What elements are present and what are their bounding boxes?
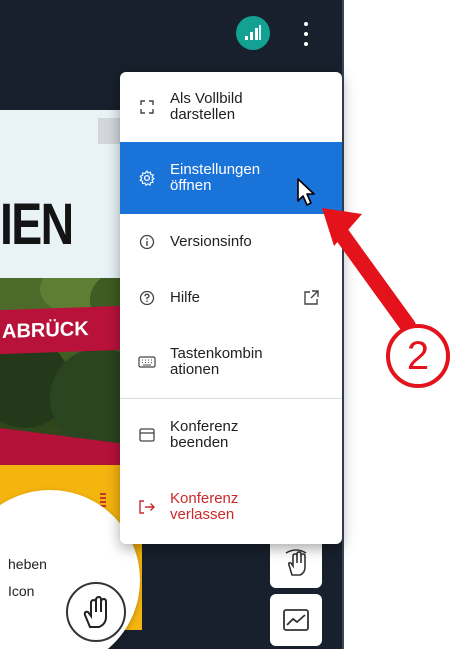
menu-item-label: Hilfe [170,289,201,306]
mouse-cursor-icon [297,178,315,206]
kebab-dot-icon [304,22,308,26]
menu-item-open-settings[interactable]: Einstellungen öffnen [120,142,342,214]
keyboard-icon [138,353,156,371]
leave-icon [138,498,156,516]
menu-item-end-conference[interactable]: Konferenz beenden [120,399,342,471]
chart-line-icon [283,609,309,631]
page-background [344,0,468,649]
slide-banner: ABRÜCK [0,305,122,355]
kebab-dot-icon [304,42,308,46]
raise-hand-button[interactable] [66,582,126,642]
more-options-button[interactable] [298,19,314,49]
info-icon [138,233,156,251]
menu-item-label: Konferenz beenden [170,418,239,451]
menu-item-label: Tastenkombin ationen [170,345,263,378]
help-icon [138,289,156,307]
menu-item-label: Als Vollbild darstellen [170,90,243,123]
more-options-menu: Als Vollbild darstellen Einstellungen öf… [120,72,342,544]
menu-item-keyboard-shortcuts[interactable]: Tastenkombin ationen [120,326,342,398]
hand-icon [83,595,107,628]
window-edge [342,0,344,649]
menu-item-help[interactable]: Hilfe [120,270,342,326]
menu-item-leave-conference[interactable]: Konferenz verlassen [120,471,342,543]
slide-headline: IEN [0,192,74,257]
menu-item-label: Konferenz verlassen [170,490,239,523]
fullscreen-icon [138,98,156,116]
step-number-badge: 2 [386,324,450,388]
gear-icon [138,169,156,187]
whiteboard-button[interactable] [270,594,322,646]
window-icon [138,426,156,444]
external-link-icon [304,290,319,305]
tooltip-text-line2: Icon [8,583,35,599]
menu-item-version-info[interactable]: Versionsinfo [120,214,342,270]
menu-item-label: Versionsinfo [170,233,252,250]
hand-wave-icon [285,549,307,576]
tooltip-text-line1: heben [8,556,47,572]
menu-item-fullscreen[interactable]: Als Vollbild darstellen [120,72,342,142]
kebab-dot-icon [304,32,308,36]
signal-bars-icon [245,25,261,40]
connection-quality-button[interactable] [236,16,270,50]
menu-item-label: Einstellungen öffnen [170,161,261,194]
